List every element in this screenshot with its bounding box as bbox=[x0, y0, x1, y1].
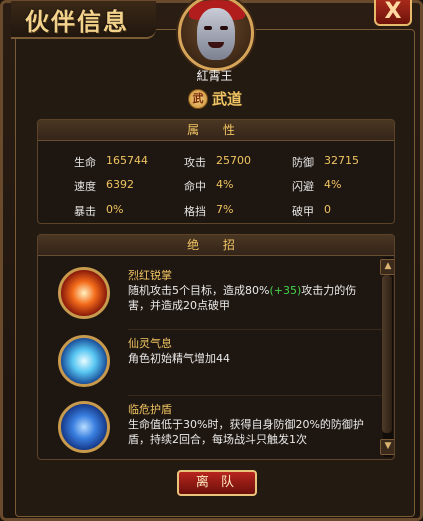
portrait-eye-left bbox=[204, 26, 212, 30]
skill-item[interactable]: 临危护盾 生命值低于30%时，获得自身防御20%的防御护盾，持续2回合，每场战斗… bbox=[58, 401, 378, 459]
attribute-label: 防御 bbox=[292, 156, 314, 169]
attributes-header: 属 性 bbox=[38, 120, 394, 141]
attribute-label: 格挡 bbox=[184, 205, 206, 218]
attribute-value: 4% bbox=[216, 178, 234, 191]
window-title: 伙伴信息 bbox=[25, 7, 129, 36]
skill-description: 生命值低于30%时，获得自身防御20%的防御护盾，持续2回合，每场战斗只触发1次 bbox=[128, 418, 364, 446]
hero-name: 紅霄王 bbox=[196, 69, 233, 83]
attribute-value: 0% bbox=[106, 203, 124, 216]
close-button[interactable]: X bbox=[374, 0, 412, 26]
skill-bonus-value: (+35) bbox=[269, 284, 302, 297]
attributes-section: 属 性 生命 165744 攻击 25700 防御 32715 速度 6392 命中 4% 闪避 4%… bbox=[37, 119, 395, 224]
attribute-value: 32715 bbox=[324, 154, 359, 167]
skills-header: 绝 招 bbox=[38, 235, 394, 256]
portrait-face bbox=[197, 8, 235, 60]
arrow-up-icon: ▲ bbox=[384, 261, 392, 271]
attribute-value: 4% bbox=[324, 178, 342, 191]
scroll-down-button[interactable]: ▼ bbox=[380, 439, 394, 455]
title-plate: 伙伴信息 bbox=[11, 1, 156, 39]
attribute-label: 破甲 bbox=[292, 205, 314, 218]
skill-name: 烈红锐掌 bbox=[128, 269, 172, 282]
attribute-value: 25700 bbox=[216, 154, 251, 167]
attribute-value: 7% bbox=[216, 203, 234, 216]
partner-info-window: 伙伴信息 X 紅霄王 武 武道 属 性 生命 165744 攻击 25700 防御 327… bbox=[0, 0, 423, 521]
leave-team-button[interactable]: 离 队 bbox=[177, 470, 257, 496]
skill-item[interactable]: 烈红锐掌 随机攻击5个目标，造成80%(+35)攻击力的伤害，并造成20点破甲 bbox=[58, 267, 378, 331]
attribute-label: 生命 bbox=[74, 156, 96, 169]
attribute-label: 速度 bbox=[74, 180, 96, 193]
divider bbox=[128, 395, 390, 396]
attribute-label: 攻击 bbox=[184, 156, 206, 169]
attribute-label: 暴击 bbox=[74, 205, 96, 218]
divider bbox=[128, 329, 390, 330]
spirit-aura-icon bbox=[58, 335, 110, 387]
skill-name: 临危护盾 bbox=[128, 403, 172, 416]
attribute-label: 闪避 bbox=[292, 180, 314, 193]
portrait-eye-right bbox=[220, 26, 228, 30]
skill-item[interactable]: 仙灵气息 角色初始精气增加44 bbox=[58, 335, 378, 399]
attribute-value: 6392 bbox=[106, 178, 134, 191]
close-icon: X bbox=[384, 0, 402, 24]
skill-description: 随机攻击5个目标，造成80%(+35)攻击力的伤害，并造成20点破甲 bbox=[128, 284, 357, 312]
scroll-up-button[interactable]: ▲ bbox=[380, 259, 394, 275]
class-label: 武道 bbox=[212, 90, 243, 108]
skill-name: 仙灵气息 bbox=[128, 337, 172, 350]
attribute-value: 165744 bbox=[106, 154, 148, 167]
skills-section: 绝 招 烈红锐掌 随机攻击5个目标，造成80%(+35)攻击力的伤害，并造成20… bbox=[37, 234, 395, 460]
arrow-down-icon: ▼ bbox=[384, 441, 392, 451]
class-badge-icon: 武 bbox=[188, 89, 208, 109]
attribute-value: 0 bbox=[324, 203, 331, 216]
skills-scroll-thumb[interactable] bbox=[382, 275, 392, 433]
shield-guard-icon bbox=[58, 401, 110, 453]
skill-description: 角色初始精气增加44 bbox=[128, 352, 230, 365]
flame-burst-icon bbox=[58, 267, 110, 319]
attribute-label: 命中 bbox=[184, 180, 206, 193]
